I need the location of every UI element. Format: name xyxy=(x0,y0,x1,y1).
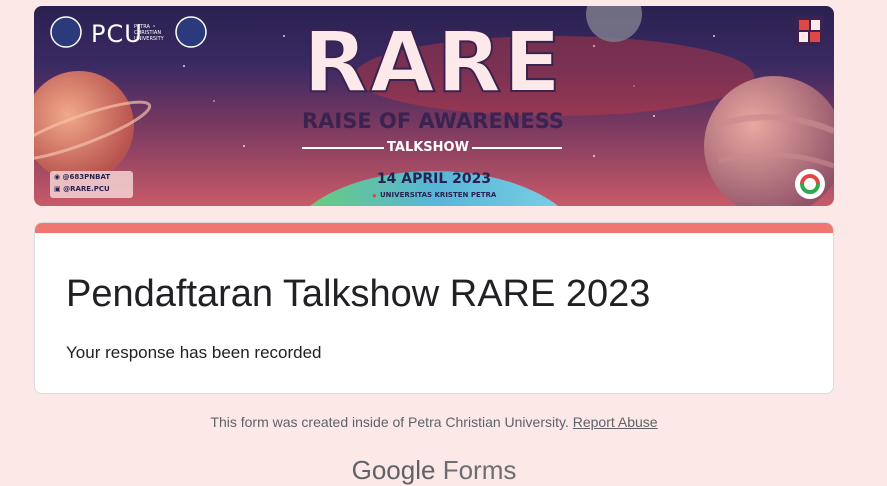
footer-note-text: This form was created inside of Petra Ch… xyxy=(210,414,569,430)
footer-note: This form was created inside of Petra Ch… xyxy=(0,414,868,430)
pcu-logo-caption: PETRA CHRISTIAN UNIVERSITY xyxy=(134,24,164,42)
confirmation-message: Your response has been recorded xyxy=(66,343,322,362)
forms-wordmark: Forms xyxy=(442,455,517,485)
card-accent-bar xyxy=(35,223,833,233)
google-forms-logo[interactable]: Google Forms xyxy=(0,455,868,486)
header-banner-image: PCU PETRA CHRISTIAN UNIVERSITY RARE RAIS… xyxy=(34,6,834,206)
event-location: UNIVERSITAS KRISTEN PETRA xyxy=(380,191,497,199)
confirmation-card: Pendaftaran Talkshow RARE 2023 Your resp… xyxy=(34,222,834,394)
line-icon: ◉ xyxy=(54,173,63,181)
event-type: TALKSHOW xyxy=(387,140,469,155)
event-date: 14 APRIL 2023 xyxy=(376,171,492,187)
report-abuse-link[interactable]: Report Abuse xyxy=(573,414,658,430)
google-wordmark: Google xyxy=(351,455,436,485)
social-handle-2-text: @RARE.PCU xyxy=(63,185,110,193)
event-subtitle: RAISE OF AWARENESS xyxy=(301,109,565,133)
instagram-icon: ▣ xyxy=(54,185,64,193)
social-handle-2: ▣ @RARE.PCU xyxy=(54,185,110,193)
form-title: Pendaftaran Talkshow RARE 2023 xyxy=(66,273,651,315)
event-title: RARE xyxy=(302,13,563,111)
social-handle-1-text: @683PNBAT xyxy=(62,173,111,181)
location-pin-icon: ● xyxy=(372,191,377,200)
social-handle-1: ◉ @683PNBAT xyxy=(54,173,110,181)
